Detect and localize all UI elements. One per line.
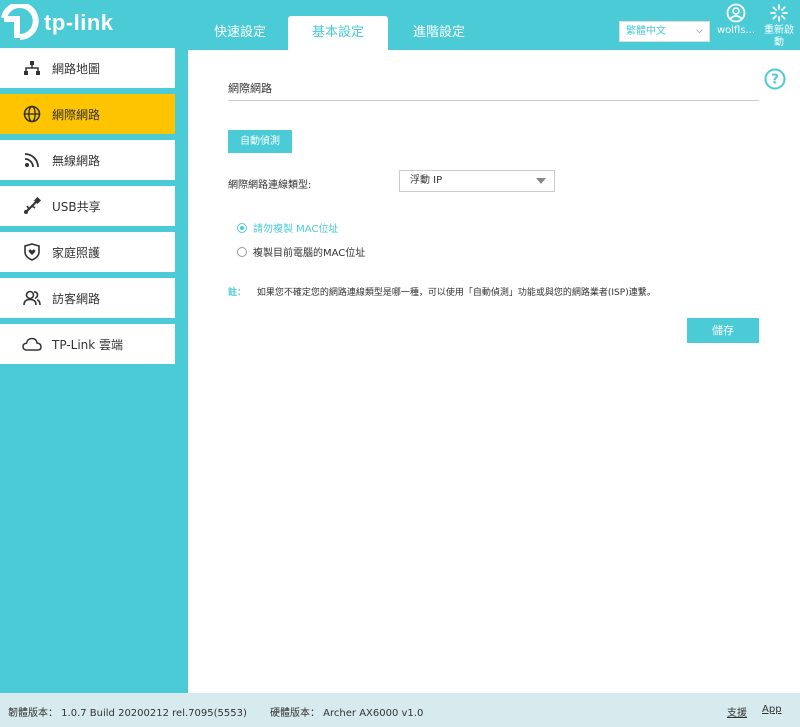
mac-option-clone[interactable]: 複製目前電腦的MAC位址 bbox=[237, 244, 365, 259]
sidebar-item-homecare[interactable]: 家庭照護 bbox=[0, 232, 175, 272]
logo-text: tp-link bbox=[44, 10, 114, 35]
sidebar-item-internet[interactable]: 網際網路 bbox=[0, 94, 175, 134]
help-icon[interactable]: ? bbox=[764, 68, 786, 94]
app-link[interactable]: App bbox=[762, 704, 782, 715]
mac-option-label: 複製目前電腦的MAC位址 bbox=[253, 248, 366, 259]
auto-detect-button[interactable]: 自動偵測 bbox=[228, 130, 292, 153]
tab-basic[interactable]: 基本設定 bbox=[288, 16, 388, 50]
radio-unchecked-icon[interactable] bbox=[237, 246, 247, 257]
sidebar-item-label: 網路地圖 bbox=[52, 61, 101, 76]
cloud-icon bbox=[22, 334, 42, 354]
sidebar-item-label: 網際網路 bbox=[52, 107, 101, 122]
mac-option-label: 請勿複製 MAC位址 bbox=[253, 224, 339, 235]
save-button[interactable]: 儲存 bbox=[687, 318, 759, 343]
sidebar-item-guest[interactable]: 訪客網路 bbox=[0, 278, 175, 318]
sidebar-item-label: USB共享 bbox=[52, 199, 101, 214]
connection-type-label: 網際網路連線類型: bbox=[228, 180, 312, 191]
connection-type-select[interactable]: 浮動 IP bbox=[399, 170, 555, 192]
support-link[interactable]: 支援 bbox=[727, 704, 747, 719]
language-select[interactable]: 繁體中文 ⌵ bbox=[619, 21, 710, 42]
sidebar-item-label: 家庭照護 bbox=[52, 245, 101, 260]
sidebar-item-cloud[interactable]: TP-Link 雲端 bbox=[0, 324, 175, 364]
guest-icon bbox=[22, 288, 42, 308]
language-value: 繁體中文 bbox=[626, 26, 666, 37]
tab-advanced[interactable]: 進階設定 bbox=[389, 16, 489, 50]
tp-link-logo[interactable]: tp-link bbox=[0, 4, 114, 42]
reboot-icon bbox=[770, 4, 788, 22]
user-button[interactable]: wolfls... bbox=[716, 3, 756, 37]
chevron-down-icon: ⌵ bbox=[696, 26, 703, 36]
note-label: 註： bbox=[228, 288, 247, 298]
radio-checked-icon[interactable] bbox=[237, 222, 247, 233]
user-label: wolfls... bbox=[716, 25, 756, 36]
globe-icon bbox=[22, 104, 42, 124]
note: 註： 如果您不確定您的網路連線類型是哪一種，可以使用「自動偵測」功能或與您的網路… bbox=[228, 285, 656, 298]
dropdown-arrow-icon bbox=[536, 178, 546, 184]
mac-option-no-clone[interactable]: 請勿複製 MAC位址 bbox=[237, 220, 338, 235]
reboot-button[interactable]: 重新啟 動 bbox=[760, 3, 798, 49]
network-map-icon bbox=[22, 58, 42, 78]
usb-icon bbox=[22, 196, 42, 216]
sidebar-item-label: 無線網路 bbox=[52, 153, 101, 168]
sidebar-item-network-map[interactable]: 網路地圖 bbox=[0, 48, 175, 88]
tp-link-logo-icon bbox=[1, 4, 39, 40]
connection-type-value: 浮動 IP bbox=[410, 175, 443, 186]
page-title: 網際網路 bbox=[228, 82, 272, 95]
reboot-label-line2: 動 bbox=[774, 37, 784, 48]
main-panel: ? 網際網路 自動偵測 網際網路連線類型: 浮動 IP 請勿複製 MAC位址 複… bbox=[188, 50, 800, 693]
sidebar-item-usb[interactable]: USB共享 bbox=[0, 186, 175, 226]
tab-quick-setup[interactable]: 快速設定 bbox=[190, 16, 290, 50]
shield-heart-icon bbox=[22, 242, 42, 262]
title-divider bbox=[228, 100, 759, 101]
hardware-version: 硬體版本： Archer AX6000 v1.0 bbox=[270, 708, 424, 719]
note-text: 如果您不確定您的網路連線類型是哪一種，可以使用「自動偵測」功能或與您的網路業者(… bbox=[256, 288, 656, 298]
sidebar-item-label: TP-Link 雲端 bbox=[52, 337, 124, 352]
user-icon bbox=[726, 3, 746, 23]
footer: 韌體版本： 1.0.7 Build 20200212 rel.7095(5553… bbox=[0, 693, 800, 727]
sidebar-item-label: 訪客網路 bbox=[52, 291, 101, 306]
svg-text:?: ? bbox=[771, 73, 779, 88]
reboot-label-line1: 重新啟 bbox=[764, 25, 794, 36]
header: tp-link 快速設定 基本設定 進階設定 繁體中文 ⌵ wolfls... bbox=[0, 0, 800, 50]
sidebar-item-wireless[interactable]: 無線網路 bbox=[0, 140, 175, 180]
wifi-icon bbox=[22, 150, 42, 170]
firmware-version: 韌體版本： 1.0.7 Build 20200212 rel.7095(5553… bbox=[8, 708, 247, 719]
